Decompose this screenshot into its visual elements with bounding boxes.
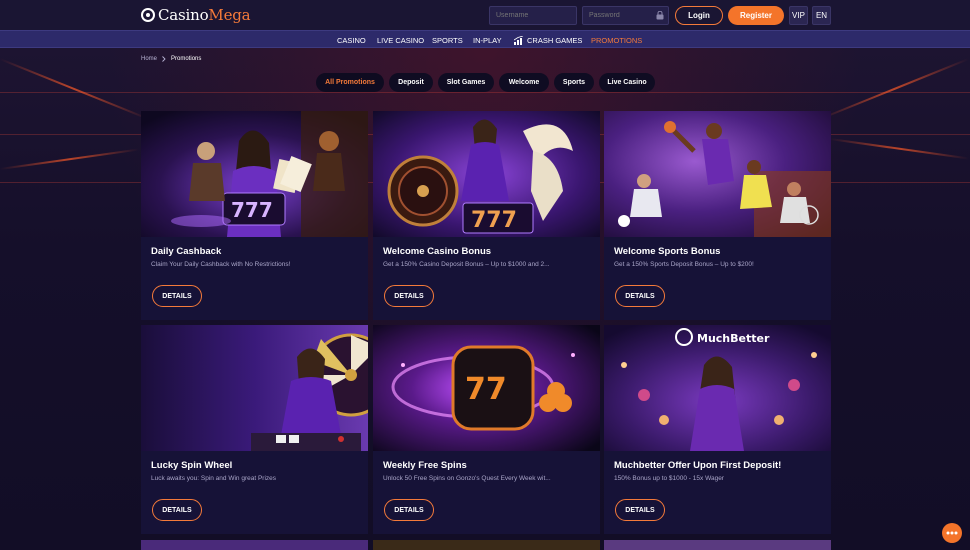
site-logo[interactable]: CasinoMega — [141, 6, 251, 24]
promo-title: Lucky Spin Wheel — [151, 460, 233, 471]
vip-button[interactable]: VIP — [789, 6, 808, 25]
svg-text:777: 777 — [471, 208, 517, 233]
daily-cashback-banner[interactable]: 777 — [141, 111, 368, 237]
welcome-casino-banner[interactable]: 777 — [373, 111, 600, 237]
details-button[interactable]: DETAILS — [615, 285, 665, 307]
promo-description: 150% Bonus up to $1000 - 15x Wager — [614, 475, 724, 482]
top-header: CasinoMega Login Register VIP EN — [0, 0, 970, 30]
main-nav: CASINO LIVE CASINO SPORTS IN-PLAY CRASH … — [0, 30, 970, 48]
breadcrumb: Home Promotions — [141, 56, 201, 62]
promo-title: Daily Cashback — [151, 246, 222, 257]
register-button[interactable]: Register — [728, 6, 784, 25]
promo-description: Get a 150% Sports Deposit Bonus – Up to … — [614, 261, 754, 268]
password-field[interactable] — [582, 6, 669, 25]
promo-card: 777 Daily Cashback Claim Your Daily Cash… — [141, 111, 368, 320]
promo-card-partial[interactable] — [141, 540, 368, 550]
details-button[interactable]: DETAILS — [615, 499, 665, 521]
breadcrumb-home[interactable]: Home — [141, 56, 157, 62]
promo-card-partial[interactable] — [373, 540, 600, 550]
promo-title: Welcome Casino Bonus — [383, 246, 492, 257]
nav-live-casino[interactable]: LIVE CASINO — [377, 31, 424, 49]
promo-card: MuchBetter Muchbetter Offer Upon First D… — [604, 325, 831, 534]
promo-description: Luck awaits you: Spin and Win great Priz… — [151, 475, 277, 482]
nav-promotions[interactable]: PROMOTIONS — [591, 31, 642, 49]
promo-title: Weekly Free Spins — [383, 460, 467, 471]
password-input[interactable] — [589, 12, 662, 19]
chevron-right-icon — [162, 56, 166, 62]
nav-in-play[interactable]: IN-PLAY — [473, 31, 502, 49]
language-button[interactable]: EN — [812, 6, 831, 25]
filter-sports[interactable]: Sports — [554, 73, 594, 92]
logo-icon — [141, 8, 155, 22]
filter-welcome[interactable]: Welcome — [499, 73, 549, 92]
svg-text:777: 777 — [231, 198, 273, 222]
details-button[interactable]: DETAILS — [152, 499, 202, 521]
weekly-free-spins-banner[interactable]: 77 — [373, 325, 600, 451]
svg-text:MuchBetter: MuchBetter — [697, 332, 770, 345]
lock-icon — [656, 11, 664, 20]
promo-card: Welcome Sports Bonus Get a 150% Sports D… — [604, 111, 831, 320]
username-field[interactable] — [489, 6, 577, 25]
breadcrumb-current: Promotions — [171, 56, 202, 62]
nav-sports[interactable]: SPORTS — [432, 31, 463, 49]
promo-description: Claim Your Daily Cashback with No Restri… — [151, 261, 291, 268]
promo-card-partial[interactable] — [604, 540, 831, 550]
details-button[interactable]: DETAILS — [384, 499, 434, 521]
promo-description: Unlock 50 Free Spins on Gonzo's Quest Ev… — [383, 475, 551, 482]
chat-icon — [946, 531, 958, 535]
promo-description: Get a 150% Casino Deposit Bonus – Up to … — [383, 261, 550, 268]
filter-deposit[interactable]: Deposit — [389, 73, 433, 92]
username-input[interactable] — [496, 12, 570, 19]
filter-slot-games[interactable]: Slot Games — [438, 73, 494, 92]
login-button[interactable]: Login — [675, 6, 723, 25]
lucky-spin-wheel-banner[interactable] — [141, 325, 368, 451]
promo-card: Lucky Spin Wheel Luck awaits you: Spin a… — [141, 325, 368, 534]
chat-button[interactable] — [942, 523, 962, 543]
promo-card: 777 Welcome Casino Bonus Get a 150% Casi… — [373, 111, 600, 320]
nav-crash-games[interactable]: CRASH GAMES — [514, 31, 582, 49]
details-button[interactable]: DETAILS — [152, 285, 202, 307]
promo-title: Welcome Sports Bonus — [614, 246, 721, 257]
svg-text:77: 77 — [465, 372, 507, 407]
filter-all-promotions[interactable]: All Promotions — [316, 73, 384, 92]
details-button[interactable]: DETAILS — [384, 285, 434, 307]
welcome-sports-banner[interactable] — [604, 111, 831, 237]
nav-casino[interactable]: CASINO — [337, 31, 366, 49]
promo-card: 77 Weekly Free Spins Unlock 50 Free Spin… — [373, 325, 600, 534]
muchbetter-banner[interactable]: MuchBetter — [604, 325, 831, 451]
filter-live-casino[interactable]: Live Casino — [599, 73, 655, 92]
promo-title: Muchbetter Offer Upon First Deposit! — [614, 460, 782, 471]
chart-icon — [514, 35, 524, 45]
